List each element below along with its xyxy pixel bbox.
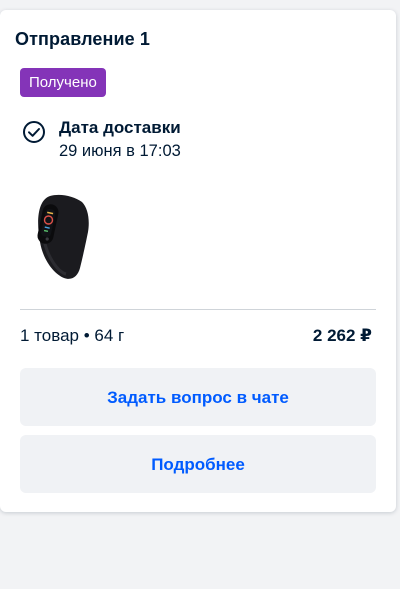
total-price: 2 262 ₽	[312, 326, 372, 345]
shipment-card: Отправление 1 Получено Дата доставки 29 …	[0, 10, 396, 512]
shipment-title: Отправление 1	[15, 29, 150, 49]
divider	[20, 309, 376, 310]
delivery-date-label: Дата доставки	[59, 118, 181, 137]
product-image[interactable]	[28, 190, 98, 282]
ask-in-chat-button[interactable]: Задать вопрос в чате	[20, 368, 376, 426]
status-badge: Получено	[20, 68, 106, 97]
delivery-date-value: 29 июня в 17:03	[59, 142, 181, 160]
details-button[interactable]: Подробнее	[20, 435, 376, 493]
check-circle-icon	[22, 120, 46, 144]
items-summary: 1 товар • 64 г	[20, 326, 125, 345]
